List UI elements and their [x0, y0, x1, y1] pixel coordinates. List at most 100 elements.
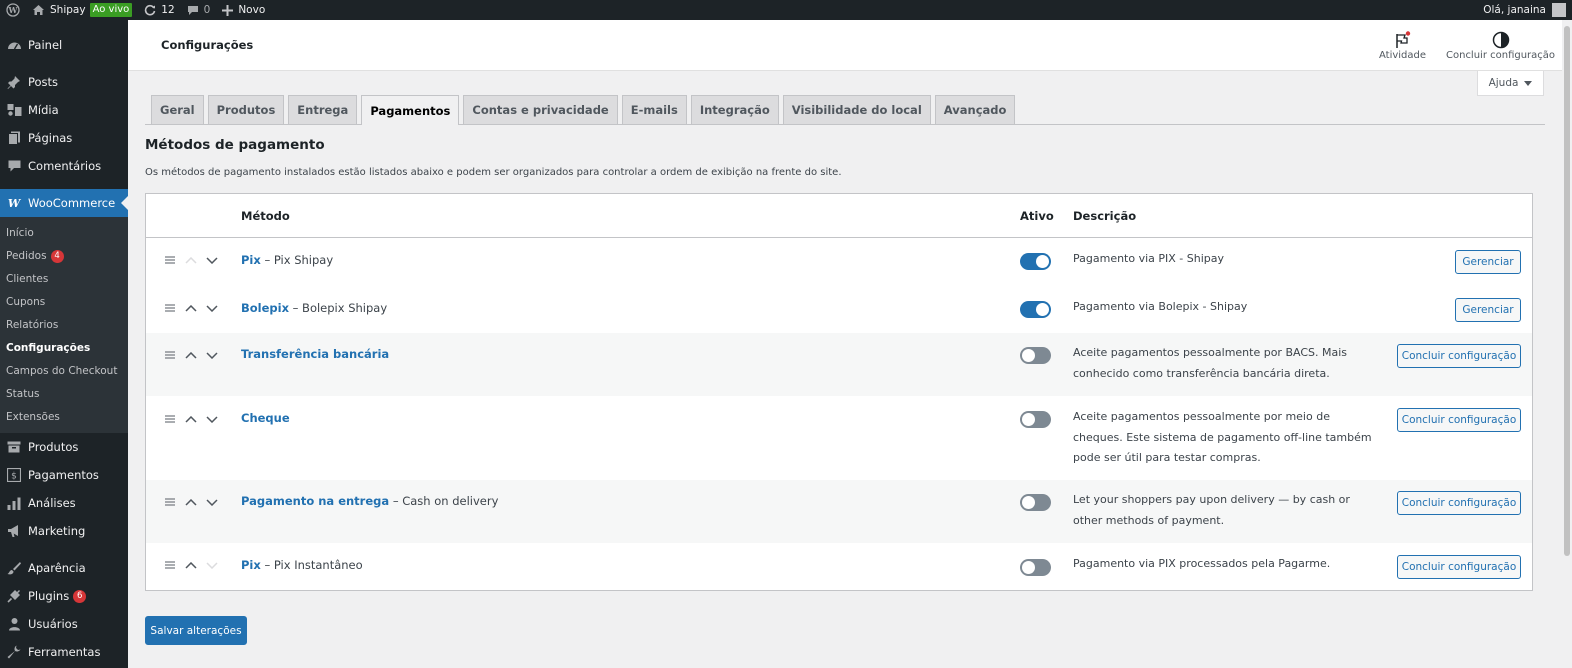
sidebar-item-plugins[interactable]: Plugins 6	[0, 582, 128, 610]
drag-handle-icon[interactable]	[162, 302, 178, 314]
submenu-item-label: Status	[6, 388, 40, 400]
sidebar-item-ferramentas[interactable]: Ferramentas	[0, 638, 128, 666]
drag-handle-icon[interactable]	[162, 496, 178, 508]
move-down-icon[interactable]	[204, 254, 220, 266]
drag-handle-icon[interactable]	[162, 413, 178, 425]
comments-link[interactable]: 0	[181, 0, 217, 20]
sidebar-item-analises[interactable]: Análises	[0, 489, 128, 517]
tab-contas-privacidade[interactable]: Contas e privacidade	[463, 95, 618, 124]
tab-visibilidade-local[interactable]: Visibilidade do local	[782, 95, 931, 124]
users-icon	[6, 616, 22, 632]
tab-pagamentos[interactable]: Pagamentos	[361, 95, 460, 125]
submenu-item-inicio[interactable]: Início	[0, 222, 128, 245]
comment-icon	[187, 5, 199, 16]
move-up-icon[interactable]	[183, 349, 199, 361]
move-up-icon[interactable]	[183, 302, 199, 314]
payment-methods-table: Método Ativo Descrição Pix – Pix Shipay …	[145, 193, 1533, 591]
sidebar-item-woocommerce[interactable]: W WooCommerce	[0, 189, 128, 217]
sidebar-item-comentarios[interactable]: Comentários	[0, 152, 128, 180]
sidebar-item-midia[interactable]: Mídia	[0, 96, 128, 124]
updates-count: 12	[161, 4, 175, 16]
page-icon	[6, 130, 22, 146]
save-changes-button[interactable]: Salvar alterações	[145, 616, 247, 645]
activity-button[interactable]: Atividade	[1379, 30, 1426, 61]
site-name-link[interactable]: Shipay Ao vivo	[26, 0, 138, 20]
table-row: Pix – Pix Instantâneo Pagamento via PIX …	[146, 543, 1532, 590]
submenu-item-label: Extensões	[6, 411, 60, 423]
method-toggle[interactable]	[1020, 559, 1051, 576]
user-greeting[interactable]: Olá, janaina	[1483, 4, 1546, 16]
method-toggle[interactable]	[1020, 411, 1051, 428]
sidebar-item-usuarios[interactable]: Usuários	[0, 610, 128, 638]
method-name: Cheque	[241, 411, 290, 425]
submenu-item-relatorios[interactable]: Relatórios	[0, 314, 128, 337]
admin-sidebar: Painel Posts Mídia Páginas Comentários W…	[0, 20, 128, 668]
tab-entrega[interactable]: Entrega	[288, 95, 358, 124]
finish-setup-button[interactable]: Concluir configuração	[1397, 555, 1521, 579]
method-toggle[interactable]	[1020, 253, 1051, 270]
woocommerce-icon: W	[6, 195, 22, 211]
comments-count: 0	[203, 4, 211, 16]
move-down-icon[interactable]	[204, 302, 220, 314]
method-link-cheque[interactable]: Cheque	[241, 411, 290, 425]
sidebar-item-label: Mídia	[28, 103, 59, 117]
finish-setup-button[interactable]: Concluir configuração	[1397, 491, 1521, 515]
sidebar-item-paginas[interactable]: Páginas	[0, 124, 128, 152]
wordpress-logo-icon[interactable]: W	[0, 0, 26, 20]
method-link-pagamento-entrega[interactable]: Pagamento na entrega	[241, 494, 389, 508]
submenu-item-configuracoes[interactable]: Configurações	[0, 337, 128, 360]
move-down-icon[interactable]	[204, 349, 220, 361]
method-link-bolepix[interactable]: Bolepix	[241, 301, 289, 315]
sidebar-item-marketing[interactable]: Marketing	[0, 517, 128, 545]
method-link-pix-instantaneo[interactable]: Pix	[241, 558, 261, 572]
tab-integracao[interactable]: Integração	[690, 95, 779, 124]
sidebar-item-pagamentos[interactable]: $ Pagamentos	[0, 461, 128, 489]
sidebar-item-posts[interactable]: Posts	[0, 68, 128, 96]
avatar[interactable]	[1552, 3, 1566, 17]
finish-setup-button[interactable]: Concluir configuração	[1397, 344, 1521, 368]
move-down-icon[interactable]	[204, 496, 220, 508]
method-link-pix-shipay[interactable]: Pix	[241, 253, 261, 267]
home-icon	[32, 4, 45, 16]
submenu-item-campos-checkout[interactable]: Campos do Checkout	[0, 360, 128, 383]
analytics-icon	[6, 495, 22, 511]
finish-setup-button[interactable]: Concluir configuração	[1397, 408, 1521, 432]
submenu-item-pedidos[interactable]: Pedidos 4	[0, 245, 128, 268]
submenu-item-extensoes[interactable]: Extensões	[0, 406, 128, 429]
method-toggle[interactable]	[1020, 301, 1051, 318]
method-toggle[interactable]	[1020, 494, 1051, 511]
drag-handle-icon[interactable]	[162, 559, 178, 571]
column-header-active: Ativo	[1020, 209, 1054, 223]
submenu-item-clientes[interactable]: Clientes	[0, 268, 128, 291]
submenu-item-status[interactable]: Status	[0, 383, 128, 406]
manage-button[interactable]: Gerenciar	[1455, 298, 1521, 322]
scrollbar-thumb[interactable]	[1564, 26, 1570, 556]
finish-setup-header-button[interactable]: Concluir configuração	[1446, 30, 1555, 61]
sidebar-item-label: Ferramentas	[28, 645, 101, 659]
move-up-icon[interactable]	[183, 559, 199, 571]
method-link-transferencia-bancaria[interactable]: Transferência bancária	[241, 347, 389, 361]
new-content-link[interactable]: Novo	[216, 0, 271, 20]
manage-button[interactable]: Gerenciar	[1455, 250, 1521, 274]
move-up-icon[interactable]	[183, 496, 199, 508]
method-toggle[interactable]	[1020, 347, 1051, 364]
svg-text:W: W	[8, 5, 19, 15]
tab-geral[interactable]: Geral	[151, 95, 204, 124]
method-name: Pix – Pix Shipay	[241, 253, 333, 267]
sidebar-item-painel[interactable]: Painel	[0, 31, 128, 59]
help-tab-button[interactable]: Ajuda	[1477, 71, 1544, 96]
move-down-icon[interactable]	[204, 413, 220, 425]
updates-link[interactable]: 12	[138, 0, 180, 20]
toggle-knob	[1022, 561, 1035, 574]
drag-handle-icon[interactable]	[162, 254, 178, 266]
sidebar-item-produtos[interactable]: Produtos	[0, 433, 128, 461]
tab-produtos[interactable]: Produtos	[207, 95, 285, 124]
sidebar-item-aparencia[interactable]: Aparência	[0, 554, 128, 582]
tab-avancado[interactable]: Avançado	[934, 95, 1016, 124]
drag-handle-icon[interactable]	[162, 349, 178, 361]
table-row: Bolepix – Bolepix Shipay Pagamento via B…	[146, 286, 1532, 333]
move-up-icon[interactable]	[183, 413, 199, 425]
page-scrollbar[interactable]	[1562, 20, 1572, 668]
submenu-item-cupons[interactable]: Cupons	[0, 291, 128, 314]
tab-emails[interactable]: E-mails	[621, 95, 687, 124]
